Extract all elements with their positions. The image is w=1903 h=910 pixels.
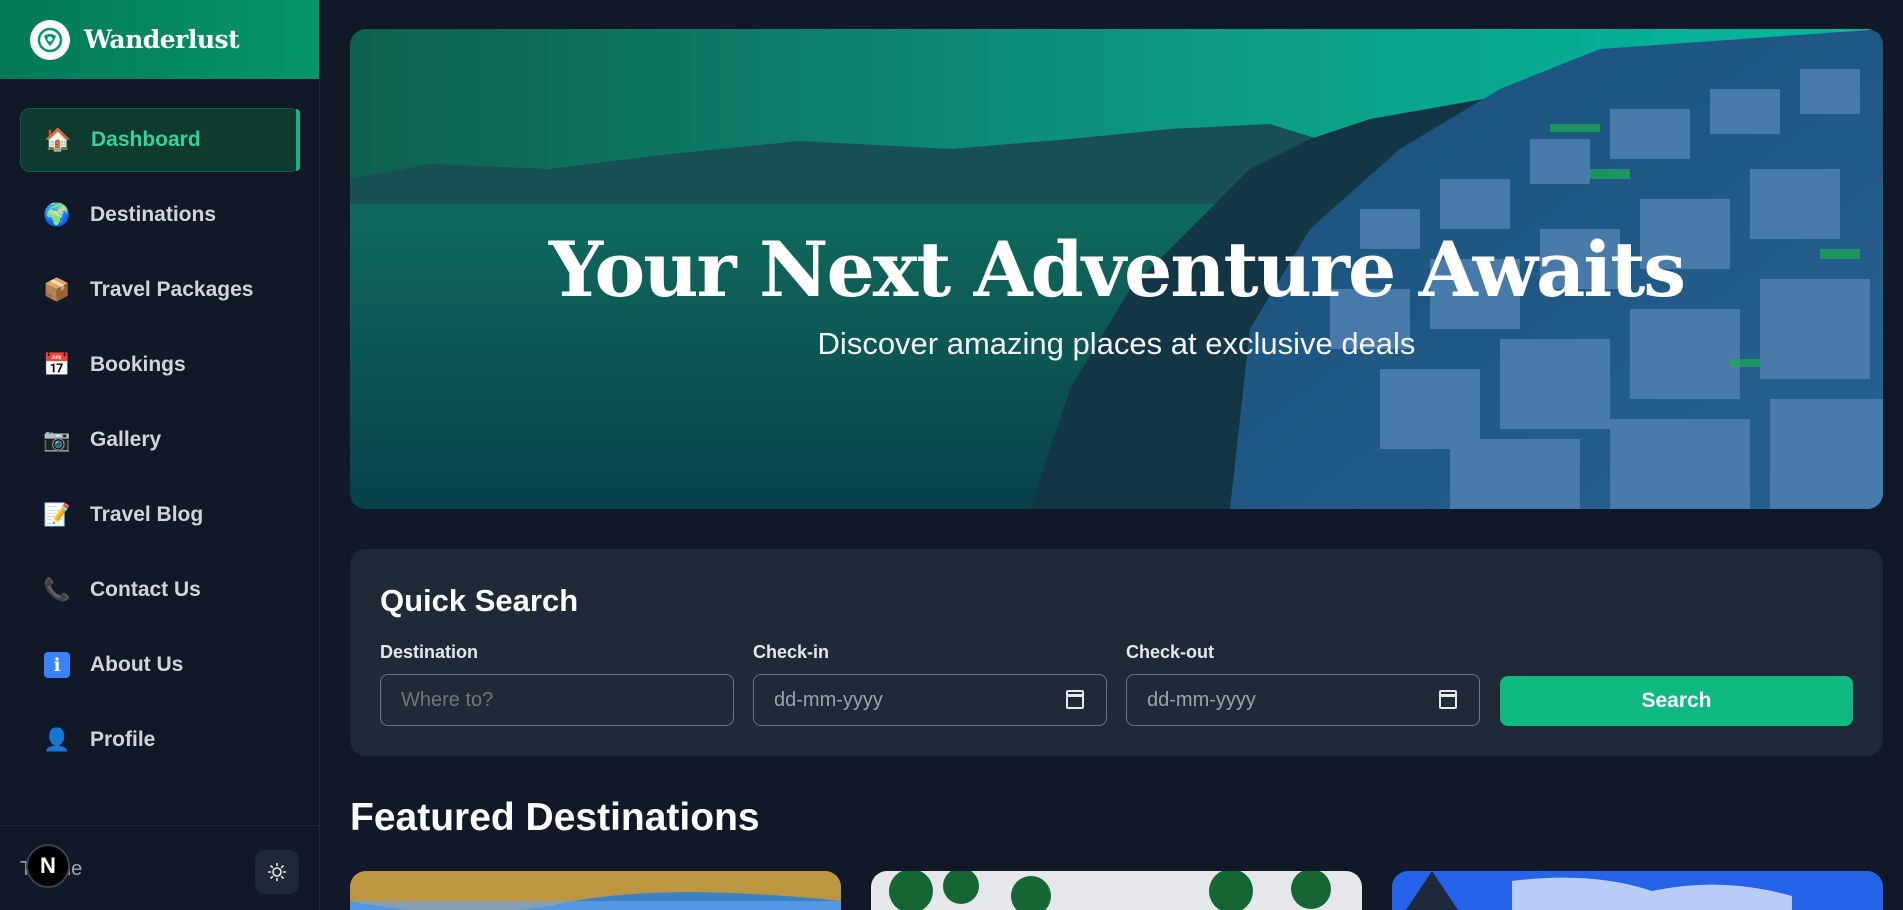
sidebar-item-about-us[interactable]: ℹ About Us [20,633,300,697]
search-button[interactable]: Search [1500,676,1853,726]
checkout-placeholder: dd-mm-yyyy [1147,688,1256,711]
destination-card-image [350,871,841,910]
n-badge[interactable]: N [26,844,70,888]
sidebar-nav: 🏠 Dashboard 🌍 Destinations 📦 Travel Pack… [20,108,300,783]
sidebar-item-label: Profile [90,728,156,751]
checkout-label: Check-out [1126,642,1215,662]
checkin-placeholder: dd-mm-yyyy [774,688,883,711]
globe-leaf-icon [30,19,70,60]
info-icon: ℹ [44,652,70,678]
calendar-icon[interactable] [1439,690,1457,709]
destination-card-image [1392,871,1883,910]
hero-subtitle: Discover amazing places at exclusive dea… [817,326,1416,361]
sidebar-item-label: Dashboard [91,128,201,151]
destination-input[interactable] [401,688,701,712]
checkin-field[interactable]: dd-mm-yyyy [753,674,1107,726]
sidebar-item-dashboard[interactable]: 🏠 Dashboard [20,108,300,172]
calendar-icon[interactable] [1066,690,1084,709]
checkin-label: Check-in [753,642,830,662]
destination-card[interactable] [1392,871,1883,910]
destination-card[interactable] [350,871,841,910]
user-icon: 👤 [43,727,71,753]
sidebar-item-label: Destinations [90,203,217,226]
sidebar-item-gallery[interactable]: 📷 Gallery [20,408,300,472]
sidebar-item-bookings[interactable]: 📅 Bookings [20,333,300,397]
globe-icon: 🌍 [43,202,71,228]
phone-icon: 📞 [43,577,71,603]
package-icon: 📦 [43,277,71,303]
sidebar-item-profile[interactable]: 👤 Profile [20,708,300,772]
quick-search-panel: Quick Search Destination Check-in dd-mm-… [350,549,1883,756]
destination-label: Destination [380,642,479,662]
sidebar-item-travel-blog[interactable]: 📝 Travel Blog [20,483,300,547]
sidebar-item-label: Contact Us [90,578,201,601]
sidebar-item-label: About Us [90,653,184,676]
sidebar-item-destinations[interactable]: 🌍 Destinations [20,183,300,247]
sun-icon [267,862,287,882]
sidebar-item-label: Bookings [90,353,186,376]
featured-destinations-title: Featured Destinations [350,796,760,839]
sidebar-footer: Theme N [0,825,320,910]
brand-name: Wanderlust [84,25,240,54]
brand[interactable]: Wanderlust [0,0,319,79]
hero-banner: Your Next Adventure Awaits Discover amaz… [350,29,1883,509]
checkout-field[interactable]: dd-mm-yyyy [1126,674,1480,726]
camera-icon: 📷 [43,427,71,453]
house-icon: 🏠 [44,127,72,153]
destination-card[interactable] [871,871,1362,910]
quick-search-title: Quick Search [380,583,579,618]
sidebar-item-label: Travel Packages [90,278,254,301]
theme-toggle-button[interactable] [255,850,299,894]
memo-icon: 📝 [43,502,71,528]
sidebar-item-travel-packages[interactable]: 📦 Travel Packages [20,258,300,322]
sidebar-item-label: Gallery [90,428,162,451]
sidebar-item-contact-us[interactable]: 📞 Contact Us [20,558,300,622]
hero-title: Your Next Adventure Awaits [548,225,1686,314]
calendar-icon: 📅 [43,352,71,378]
sidebar-item-label: Travel Blog [90,503,204,526]
destination-card-image [871,871,1362,910]
sidebar: Wanderlust 🏠 Dashboard 🌍 Destinations 📦 … [0,0,320,910]
destination-field[interactable] [380,674,734,726]
